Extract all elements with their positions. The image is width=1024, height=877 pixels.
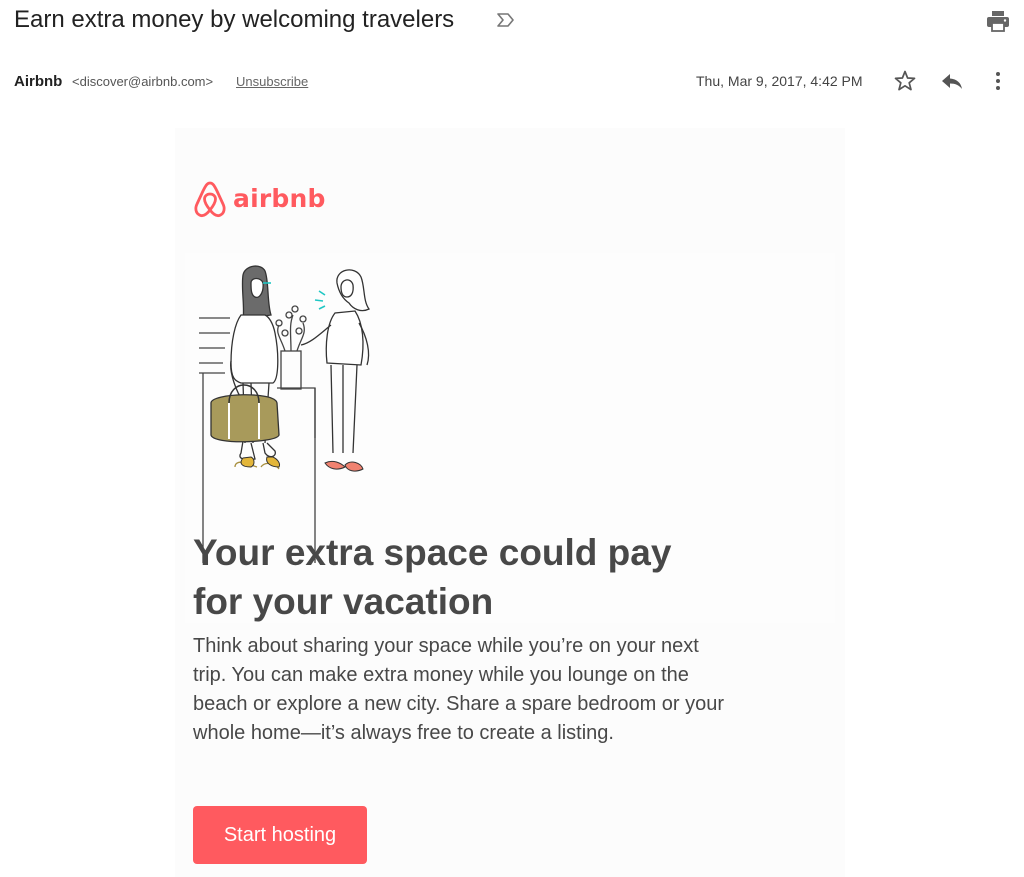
email-body-card: airbnb Your extra space could pay for yo…: [175, 128, 845, 877]
email-subject: Earn extra money by welcoming travelers: [14, 6, 455, 33]
airbnb-logo-text: airbnb: [233, 184, 326, 213]
subject-row: Earn extra money by welcoming travelers: [0, 0, 1024, 44]
sender-email: <discover@airbnb.com>: [72, 74, 214, 89]
important-marker-icon[interactable]: [496, 12, 516, 28]
start-hosting-button[interactable]: Start hosting: [193, 806, 367, 864]
sender-row: Airbnb <discover@airbnb.com> Unsubscribe…: [0, 66, 1024, 96]
email-headline: Your extra space could pay for your vaca…: [193, 532, 672, 622]
sender-name: Airbnb: [14, 73, 63, 90]
airbnb-logo: airbnb: [193, 180, 333, 220]
unsubscribe-link[interactable]: Unsubscribe: [236, 74, 308, 89]
reply-icon[interactable]: [940, 70, 964, 92]
star-icon[interactable]: [893, 69, 917, 93]
more-vertical-icon[interactable]: [988, 70, 1008, 92]
email-body-text: Think about sharing your space while you…: [193, 635, 725, 744]
print-icon[interactable]: [986, 10, 1010, 32]
airbnb-belo-icon: [194, 181, 226, 218]
email-date: Thu, Mar 9, 2017, 4:42 PM: [696, 73, 863, 89]
